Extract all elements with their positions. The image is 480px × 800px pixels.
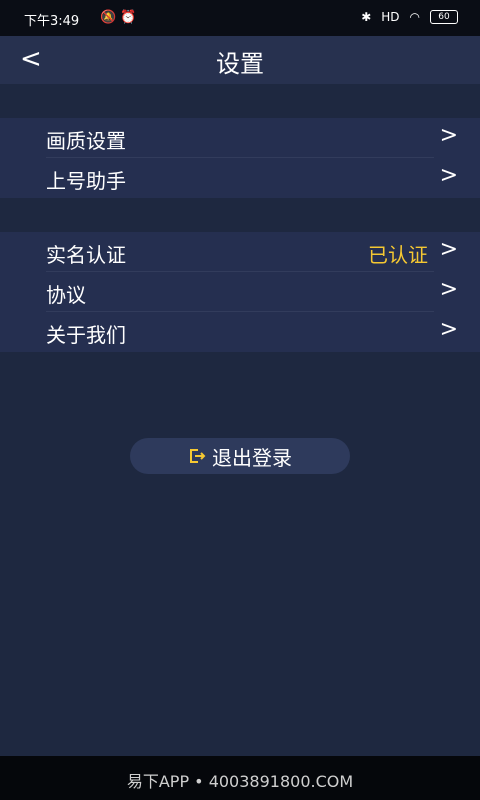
mute-icon: 🔕	[100, 10, 121, 25]
chevron-right-icon: >	[439, 317, 458, 342]
page-title: 设置	[216, 50, 264, 78]
settings-item-quality[interactable]: 画质设置 >	[0, 118, 480, 158]
settings-item-real-name[interactable]: 实名认证 已认证 >	[0, 232, 480, 272]
logout-icon	[188, 447, 206, 465]
top-bar: < 设置	[0, 36, 480, 84]
settings-group-2: 实名认证 已认证 > 协议 > 关于我们 >	[0, 232, 480, 352]
wifi-icon: ◠	[409, 10, 420, 24]
bottom-bar: 易下APP • 4003891800.COM	[0, 756, 480, 800]
settings-item-login-helper[interactable]: 上号助手 >	[0, 158, 480, 198]
chevron-right-icon: >	[439, 123, 458, 148]
status-notification-icons: 🔕⏰	[100, 10, 140, 25]
settings-item-about[interactable]: 关于我们 >	[0, 312, 480, 352]
chevron-right-icon: >	[439, 277, 458, 302]
status-time: 下午3:49	[24, 14, 80, 29]
status-right: ✱ HD ◠ 60	[361, 10, 458, 24]
settings-group-1: 画质设置 > 上号助手 >	[0, 118, 480, 198]
signal-hd-label: HD	[381, 10, 400, 24]
logout-label: 退出登录	[212, 445, 292, 470]
bluetooth-icon: ✱	[361, 10, 372, 24]
verified-status: 已认证	[368, 243, 428, 267]
settings-item-label: 协议	[46, 283, 86, 307]
settings-item-label: 关于我们	[46, 323, 126, 347]
settings-item-label: 画质设置	[46, 129, 126, 153]
watermark: 易下APP • 4003891800.COM	[126, 772, 354, 791]
settings-item-label: 上号助手	[46, 169, 126, 193]
settings-item-agreement[interactable]: 协议 >	[0, 272, 480, 312]
settings-item-label: 实名认证	[46, 243, 126, 267]
chevron-right-icon: >	[439, 163, 458, 188]
battery-icon: 60	[430, 10, 458, 24]
alarm-icon: ⏰	[120, 10, 141, 25]
logout-button[interactable]: 退出登录	[130, 438, 350, 474]
status-bar: 下午3:49 🔕⏰ ✱ HD ◠ 60	[0, 0, 480, 36]
chevron-right-icon: >	[439, 237, 458, 262]
